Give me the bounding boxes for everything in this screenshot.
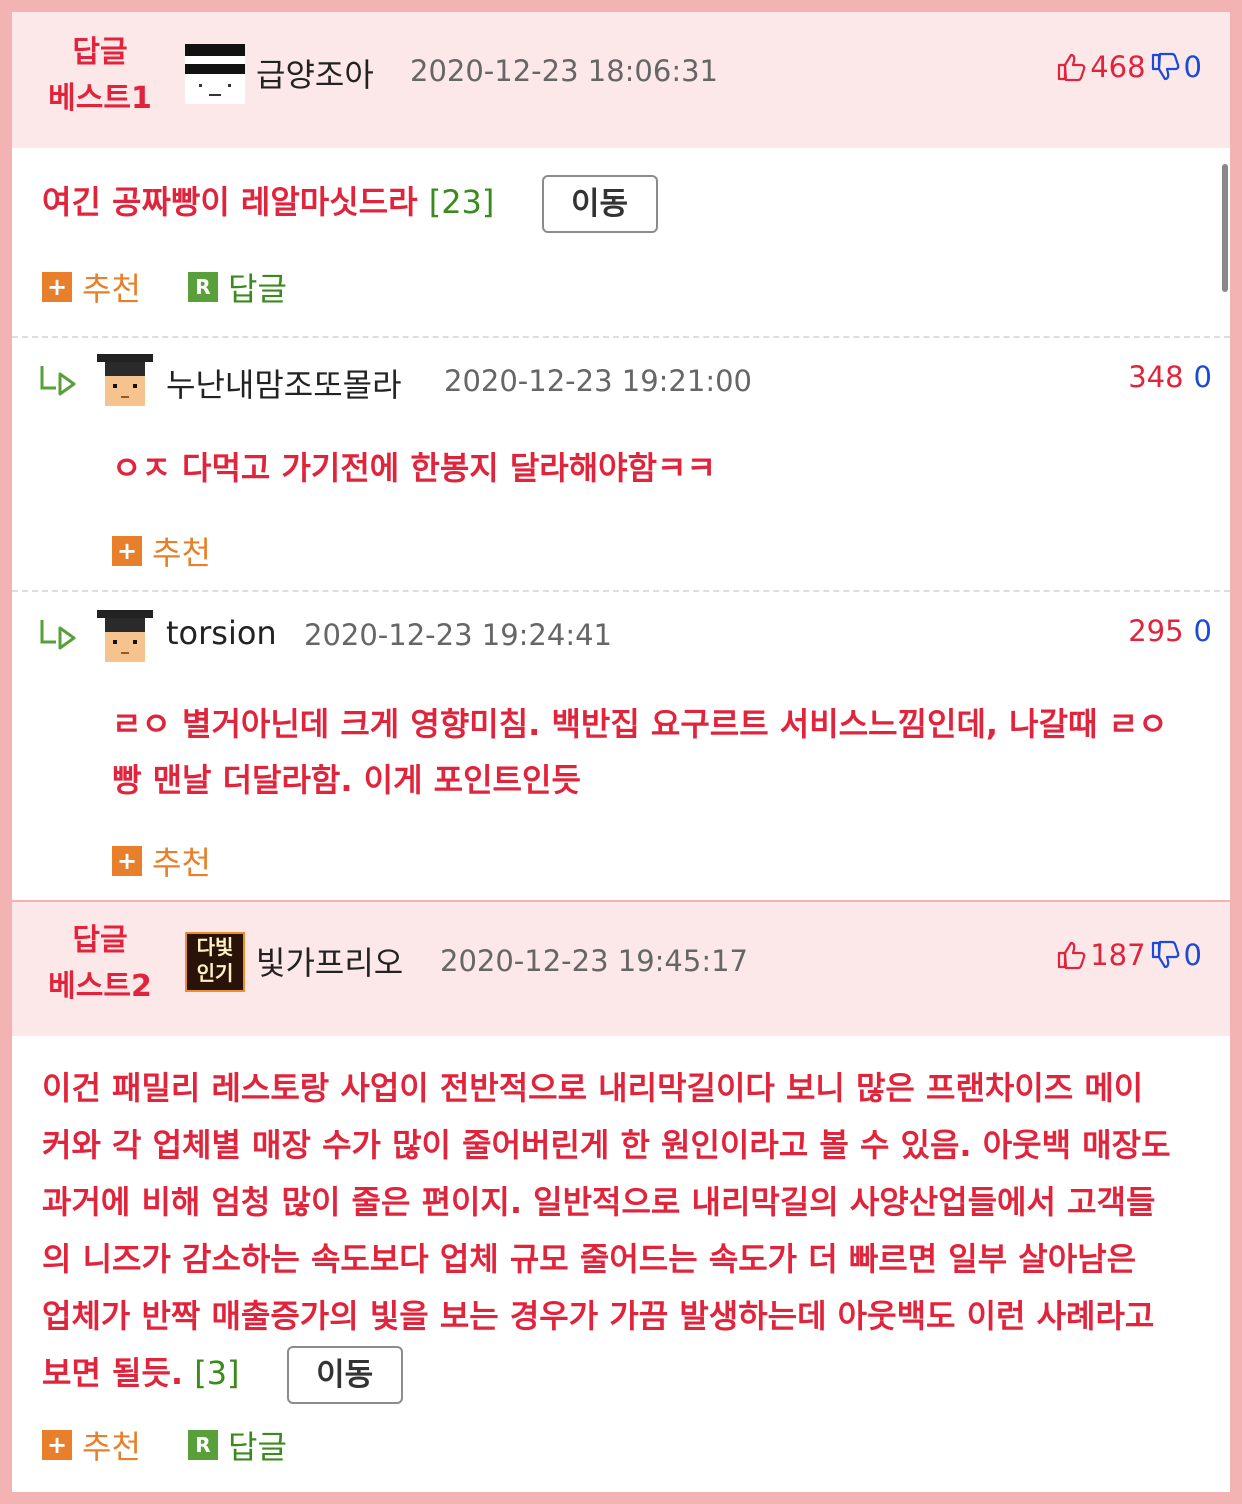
- avatar-text: 다빛: [196, 935, 234, 959]
- reply-button[interactable]: R 답글: [188, 1422, 287, 1468]
- recommend-button[interactable]: + 추천: [42, 1422, 141, 1468]
- plus-icon: +: [42, 272, 72, 302]
- recommend-button[interactable]: + 추천: [112, 528, 211, 574]
- comment-body: 이건 패밀리 레스토랑 사업이 전반적으로 내리막길이다 보니 많은 프랜차이즈…: [42, 1060, 1212, 1404]
- user-avatar[interactable]: [95, 350, 155, 410]
- recommend-label: 추천: [82, 1428, 141, 1466]
- reply-count: [23]: [428, 183, 495, 221]
- move-button[interactable]: 이동: [541, 175, 658, 233]
- comment-body: ㄹㅇ 별거아닌데 크게 영향미침. 백반집 요구르트 서비스느낌인데, 나갈때 …: [112, 696, 1212, 808]
- comment-date: 2020-12-23 19:45:17: [440, 944, 748, 978]
- reply-count: [3]: [194, 1354, 240, 1392]
- upvote-count: 348: [1128, 360, 1184, 394]
- best-label-1: 답글 베스트1: [40, 30, 160, 122]
- thumbs-down-icon[interactable]: [1150, 940, 1180, 970]
- comment-date: 2020-12-23 19:24:41: [304, 618, 612, 652]
- comment-text: 여긴 공짜빵이 레알마싯드라 [23] 이동: [42, 174, 658, 233]
- upvote-count: 295: [1128, 614, 1184, 648]
- recommend-label: 추천: [152, 534, 211, 572]
- comment-date: 2020-12-23 19:21:00: [444, 364, 752, 398]
- best-label-2: 답글 베스트2: [40, 918, 160, 1010]
- vote-counts: 468 0: [1056, 50, 1202, 84]
- user-nickname[interactable]: 누난내맘조또몰라: [166, 360, 402, 406]
- thumbs-down-icon[interactable]: [1150, 52, 1180, 82]
- comment-line-last: 보면 될듯. [3] 이동: [42, 1345, 1212, 1404]
- plus-icon: +: [112, 536, 142, 566]
- best-label-line2: 베스트2: [48, 969, 152, 1004]
- reply-arrow-icon: [40, 620, 76, 650]
- divider: [12, 590, 1230, 592]
- divider: [12, 336, 1230, 338]
- upvote-count: 468: [1090, 50, 1146, 84]
- plus-icon: +: [42, 1430, 72, 1460]
- best-label-line2: 베스트1: [48, 81, 152, 116]
- comment-line: 업체가 반짝 매출증가의 빛을 보는 경우가 가끔 발생하는데 아웃백도 이런 …: [42, 1297, 1155, 1335]
- comment-line: ㄹㅇ 별거아닌데 크게 영향미침. 백반집 요구르트 서비스느낌인데, 나갈때 …: [112, 705, 1168, 743]
- vote-counts: 187 0: [1056, 938, 1202, 972]
- reply-r-icon: R: [188, 1430, 218, 1460]
- downvote-count: 0: [1183, 938, 1202, 972]
- comment-line: 이건 패밀리 레스토랑 사업이 전반적으로 내리막길이다 보니 많은 프랜차이즈…: [42, 1069, 1144, 1107]
- recommend-button[interactable]: + 추천: [112, 838, 211, 884]
- reply-arrow-icon: [40, 366, 76, 396]
- user-avatar[interactable]: [185, 44, 245, 104]
- comment-line: 보면 될듯.: [42, 1354, 184, 1392]
- best-comment-header-2: 답글 베스트2 다빛 인기 빛가프리오 2020-12-23 19:45:17 …: [12, 900, 1230, 1036]
- recommend-label: 추천: [152, 844, 211, 882]
- best-comment-header-1: 답글 베스트1 급양조아 2020-12-23 18:06:31 468 0: [12, 12, 1230, 148]
- best-label-line1: 답글: [72, 923, 128, 958]
- downvote-count: 0: [1193, 614, 1212, 648]
- recommend-button[interactable]: + 추천: [42, 264, 141, 310]
- user-avatar[interactable]: 다빛 인기: [185, 932, 245, 992]
- vote-counts: 348 0: [1128, 360, 1212, 394]
- thumbs-up-icon[interactable]: [1056, 940, 1086, 970]
- user-avatar[interactable]: [95, 606, 155, 666]
- vote-counts: 295 0: [1128, 614, 1212, 648]
- user-nickname[interactable]: 빛가프리오: [256, 938, 403, 984]
- comment-body: 여긴 공짜빵이 레알마싯드라: [42, 183, 418, 221]
- comment-line: 의 니즈가 감소하는 속도보다 업체 규모 줄어드는 속도가 더 빠르면 일부 …: [42, 1240, 1137, 1278]
- comment-line: 과거에 비해 엄청 많이 줄은 편이지. 일반적으로 내리막길의 사양산업들에서…: [42, 1183, 1156, 1221]
- reply-r-icon: R: [188, 272, 218, 302]
- upvote-count: 187: [1090, 938, 1146, 972]
- comment-line: 빵 맨날 더달라함. 이게 포인트인듯: [112, 761, 581, 799]
- user-nickname[interactable]: 급양조아: [256, 50, 374, 96]
- plus-icon: +: [112, 846, 142, 876]
- recommend-label: 추천: [82, 270, 141, 308]
- reply-button[interactable]: R 답글: [188, 264, 287, 310]
- comment-line: 커와 각 업체별 매장 수가 많이 줄어버린게 한 원인이라고 볼 수 있음. …: [42, 1126, 1171, 1164]
- best-label-line1: 답글: [72, 35, 128, 70]
- comment-date: 2020-12-23 18:06:31: [410, 54, 718, 88]
- user-nickname[interactable]: torsion: [166, 614, 277, 652]
- scrollbar[interactable]: [1222, 164, 1228, 292]
- comment-body: ㅇㅈ 다먹고 가기전에 한봉지 달라해야함ㅋㅋ: [112, 449, 716, 487]
- avatar-text: 인기: [196, 961, 234, 985]
- downvote-count: 0: [1183, 50, 1202, 84]
- downvote-count: 0: [1193, 360, 1212, 394]
- reply-label: 답글: [228, 270, 287, 308]
- thumbs-up-icon[interactable]: [1056, 52, 1086, 82]
- comment-list: 답글 베스트1 급양조아 2020-12-23 18:06:31 468 0 여…: [12, 12, 1230, 1492]
- move-button[interactable]: 이동: [286, 1346, 403, 1404]
- reply-label: 답글: [228, 1428, 287, 1466]
